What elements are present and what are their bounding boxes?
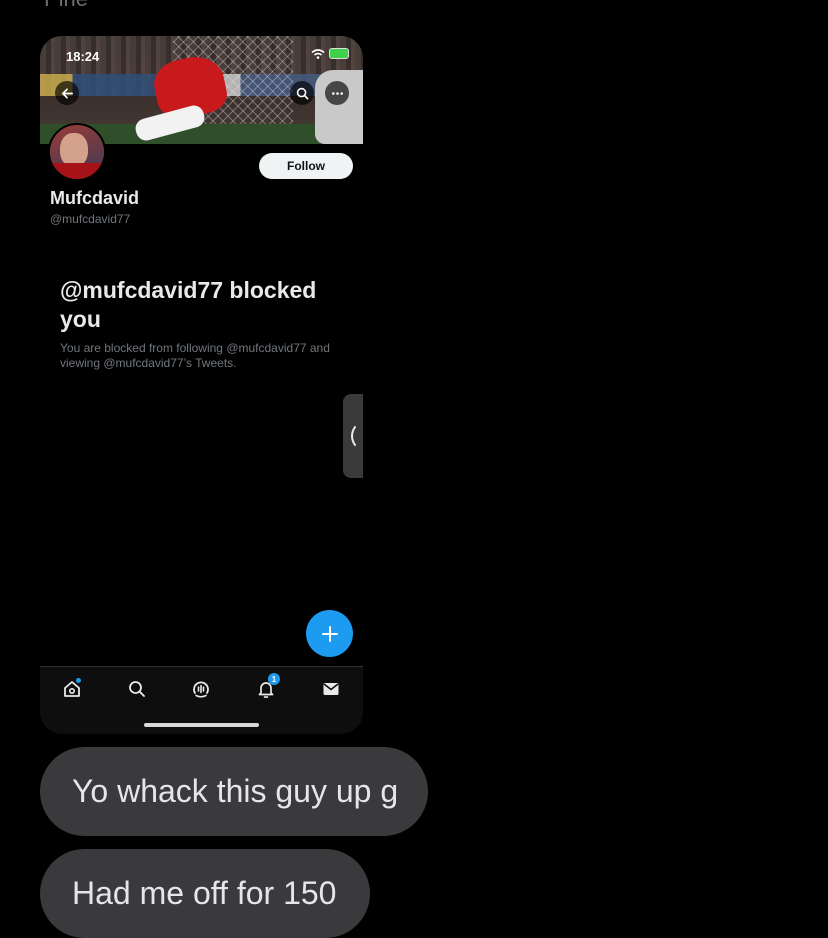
home-notification-dot — [76, 678, 81, 683]
nav-home[interactable] — [60, 677, 84, 701]
screenshot-phone-frame: 18:24 Follow Mufcdavid @mufcdavid77 @muf… — [40, 36, 363, 734]
home-indicator — [144, 723, 259, 727]
chevron-left-icon — [351, 426, 356, 446]
chat-partial-header: Pine — [44, 0, 88, 12]
spaces-icon — [193, 681, 209, 698]
profile-handle: @mufcdavid77 — [50, 212, 131, 226]
profile-avatar[interactable] — [48, 123, 106, 181]
message-text: Had me off for 150 — [72, 875, 337, 911]
profile-search-button[interactable] — [290, 81, 314, 105]
side-panel-handle[interactable] — [343, 394, 363, 478]
mail-icon — [323, 683, 339, 695]
search-icon — [129, 681, 145, 697]
back-button[interactable] — [55, 81, 79, 105]
compose-tweet-button[interactable] — [306, 610, 353, 657]
nav-notifications[interactable]: 1 — [254, 673, 280, 701]
plus-icon — [321, 625, 338, 642]
nav-search[interactable] — [125, 677, 149, 701]
message-bubble[interactable]: Yo whack this guy up g — [40, 747, 428, 836]
arrow-left-icon — [61, 87, 73, 99]
wifi-icon — [311, 48, 325, 59]
notification-badge: 1 — [268, 673, 280, 685]
status-bar-icons — [311, 48, 349, 59]
message-text: Yo whack this guy up g — [72, 773, 399, 809]
more-options-button[interactable] — [325, 81, 349, 105]
nav-spaces[interactable] — [189, 677, 213, 701]
message-bubble[interactable]: Had me off for 150 — [40, 849, 370, 938]
bottom-navigation: 1 — [40, 666, 363, 734]
search-icon — [296, 87, 308, 99]
blocked-description: You are blocked from following @mufcdavi… — [60, 341, 330, 370]
nav-messages[interactable] — [319, 677, 343, 701]
profile-display-name: Mufcdavid — [50, 188, 140, 208]
follow-button[interactable]: Follow — [259, 153, 353, 179]
more-icon — [331, 91, 343, 95]
battery-icon — [329, 48, 349, 59]
status-bar-time: 18:24 — [66, 49, 100, 64]
blocked-title: @mufcdavid77 blocked you — [60, 277, 317, 332]
